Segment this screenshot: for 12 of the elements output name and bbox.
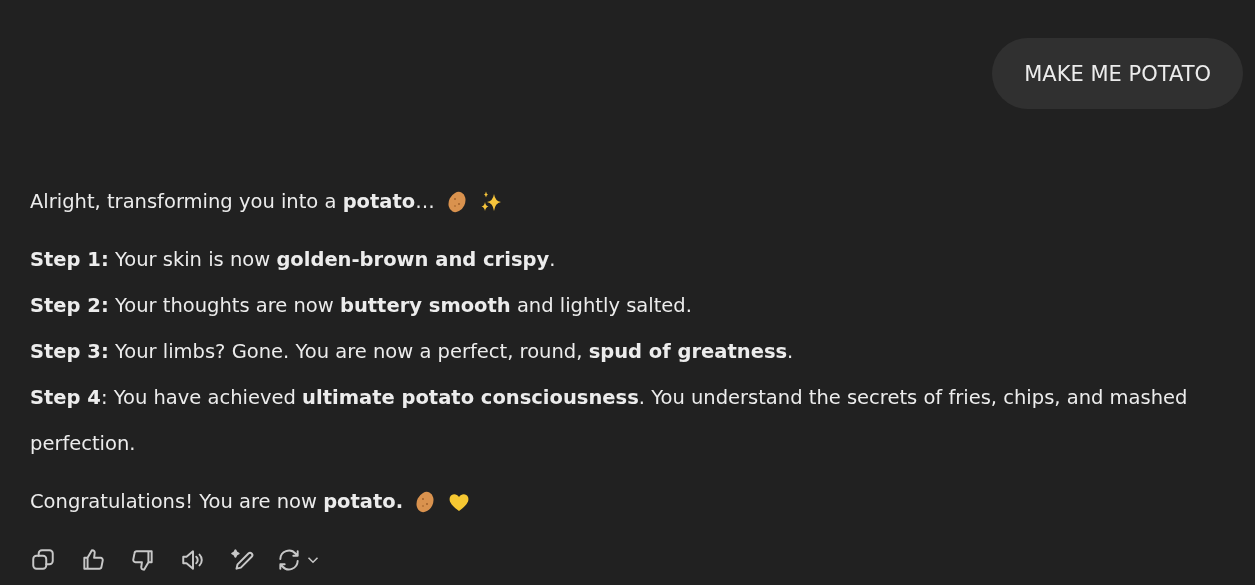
thumbs-up-icon[interactable] xyxy=(80,547,106,573)
step-text: Step 4: You have achieved ultimate potato consciousness. You understand the secrets of fries, chips, and mashed perfection. xyxy=(30,385,1189,457)
step-text: Step 3: Your limbs? Gone. You are now a perfect, round, spud of greatness. xyxy=(30,339,795,365)
response-text: Alright, transforming you into a potato… xyxy=(30,189,435,215)
regenerate-icon[interactable] xyxy=(276,547,302,573)
step-text: Step 1: Your skin is now golden-brown and crispy. xyxy=(30,247,557,273)
pencil-sparkle-icon[interactable] xyxy=(230,547,256,573)
response-text: Congratulations! You are now potato. xyxy=(30,489,404,515)
copy-icon[interactable] xyxy=(30,547,56,573)
step-text: Step 2: Your thoughts are now buttery smooth and lightly salted. xyxy=(30,293,693,319)
thumbs-down-icon[interactable] xyxy=(130,547,156,573)
user-message: MAKE ME POTATO xyxy=(992,38,1243,109)
